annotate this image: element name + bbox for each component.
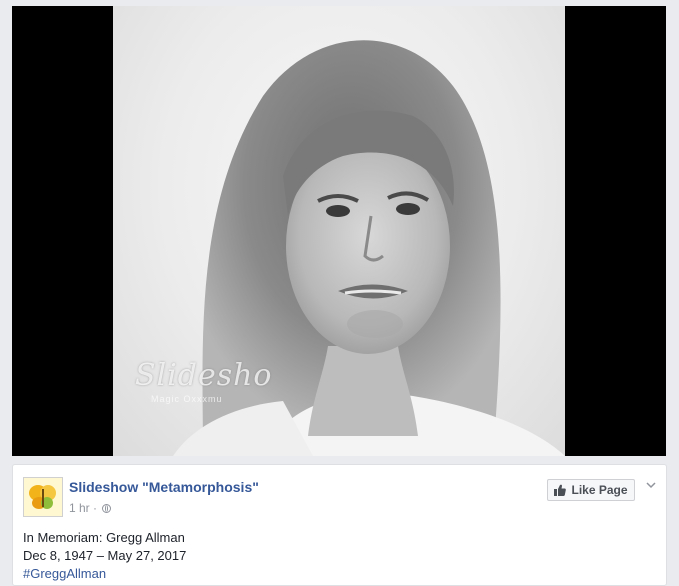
page-avatar[interactable] xyxy=(23,477,63,517)
like-page-button[interactable]: Like Page xyxy=(547,479,635,501)
post-time[interactable]: 1 hr xyxy=(69,501,90,515)
video-player[interactable]: Slidesho Magic Oxxxmu xyxy=(12,6,666,456)
video-frame-image: Slidesho Magic Oxxxmu xyxy=(113,6,565,456)
watermark-subtext: Magic Oxxxmu xyxy=(151,394,223,404)
hashtag-link[interactable]: #GreggAllman xyxy=(23,565,186,583)
butterfly-logo-icon xyxy=(29,485,56,509)
meta-separator: · xyxy=(93,501,98,515)
slideshow-watermark: Slidesho xyxy=(135,358,273,393)
like-page-label: Like Page xyxy=(571,483,628,497)
page-name-link[interactable]: Slideshow "Metamorphosis" xyxy=(69,479,259,495)
post-text-line-1: In Memoriam: Gregg Allman xyxy=(23,530,185,545)
chevron-down-icon[interactable] xyxy=(645,479,657,491)
post-meta: 1 hr · xyxy=(69,501,112,515)
post-card: Slideshow "Metamorphosis" 1 hr · Like Pa… xyxy=(12,464,667,586)
thumbs-up-icon xyxy=(554,484,567,496)
globe-icon xyxy=(102,504,112,513)
post-text-line-2: Dec 8, 1947 – May 27, 2017 xyxy=(23,548,187,563)
